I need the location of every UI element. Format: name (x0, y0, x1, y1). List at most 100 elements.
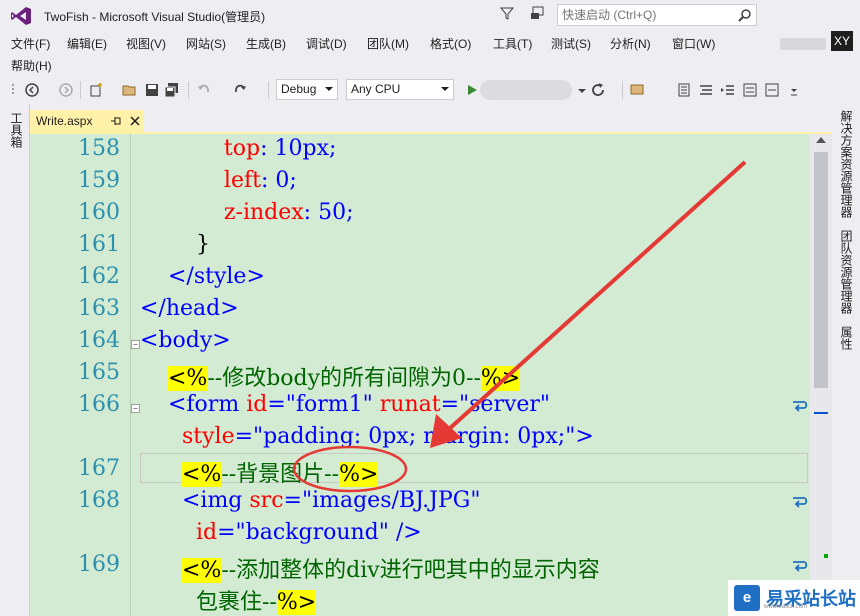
dropdown-arrow-icon[interactable] (574, 82, 590, 98)
toolbar-separator (268, 81, 269, 99)
code-line: top: 10px; (223, 136, 337, 161)
navigate-back-icon[interactable] (24, 82, 40, 98)
menu-analyze[interactable]: 分析(N) (610, 35, 651, 52)
account-avatar[interactable]: XY (831, 31, 853, 51)
feedback-filter-icon[interactable] (500, 6, 514, 20)
vertical-scrollbar[interactable] (810, 134, 832, 616)
menu-build[interactable]: 生成(B) (246, 35, 286, 52)
line-number: 165 (78, 360, 120, 385)
code-line: <body> (140, 328, 231, 353)
new-project-icon[interactable] (88, 82, 104, 98)
window-title: TwoFish - Microsoft Visual Studio(管理员) (44, 10, 266, 24)
code-editor[interactable]: 158 159 160 161 162 163 164 165 166 167 … (30, 134, 810, 616)
line-number: 159 (78, 168, 120, 193)
pin-icon[interactable] (110, 115, 122, 127)
menu-view[interactable]: 视图(V) (126, 35, 166, 52)
quick-launch-box[interactable] (557, 4, 757, 26)
code-line: <%--修改body的所有间隙为0--%> (167, 366, 521, 391)
code-line: 包裹住--%> (195, 590, 317, 615)
menu-test[interactable]: 测试(S) (551, 35, 591, 52)
menu-tools[interactable]: 工具(T) (493, 35, 532, 52)
line-number: 162 (78, 264, 120, 289)
menu-window[interactable]: 窗口(W) (672, 35, 715, 52)
solution-platform-value: Any CPU (351, 82, 401, 96)
code-line: <form id="form1" runat="server" (167, 392, 551, 417)
word-wrap-icon (793, 401, 808, 412)
toolbar-separator (188, 81, 189, 99)
format-list-icon[interactable] (698, 82, 714, 98)
menu-file[interactable]: 文件(F) (11, 35, 50, 52)
title-bar: TwoFish - Microsoft Visual Studio(管理员) (0, 0, 860, 30)
uncomment-lines-icon[interactable] (764, 82, 780, 98)
refresh-icon[interactable] (590, 82, 606, 98)
scrollbar-thumb[interactable] (814, 152, 828, 388)
code-line: left: 0; (223, 168, 297, 193)
menu-website[interactable]: 网站(S) (186, 35, 226, 52)
solution-configuration-select[interactable]: Debug (276, 79, 338, 100)
document-outline-icon[interactable] (676, 82, 692, 98)
document-tab-well (30, 104, 832, 134)
line-number: 168 (78, 488, 120, 513)
search-icon[interactable] (738, 8, 752, 22)
close-icon[interactable] (129, 115, 141, 127)
scroll-change-marker (824, 554, 828, 558)
line-number: 158 (78, 136, 120, 161)
notifications-icon[interactable] (530, 5, 546, 21)
scroll-up-arrow-icon[interactable] (816, 137, 826, 143)
navigate-forward-icon[interactable] (58, 82, 74, 98)
standard-toolbar: Debug Any CPU (0, 78, 860, 102)
toolbar-overflow-icon[interactable] (786, 82, 802, 98)
start-target-blurred[interactable] (480, 80, 572, 100)
menu-help[interactable]: 帮助(H) (11, 57, 52, 74)
open-file-icon[interactable] (122, 82, 138, 98)
line-number: 160 (78, 200, 120, 225)
team-explorer-tab[interactable]: 团队资源管理器 (838, 230, 855, 314)
code-line: </style> (167, 264, 265, 289)
toolbar-separator (80, 81, 81, 99)
site-watermark: e 易采站长站 www.easck.com (728, 580, 860, 616)
save-icon[interactable] (144, 82, 160, 98)
line-number: 161 (78, 232, 120, 257)
solution-explorer-tab[interactable]: 解决方案资源管理器 (838, 110, 855, 218)
code-line: </head> (140, 296, 239, 321)
code-line: id="background" /> (195, 520, 422, 545)
document-tab-write-aspx[interactable]: Write.aspx (30, 110, 144, 132)
menu-team[interactable]: 团队(M) (367, 35, 409, 52)
comment-lines-icon[interactable] (742, 82, 758, 98)
solution-platform-select[interactable]: Any CPU (346, 79, 454, 100)
redo-icon[interactable] (232, 82, 248, 98)
outlining-margin (130, 134, 131, 616)
line-number: 167 (78, 456, 120, 481)
save-all-icon[interactable] (164, 82, 180, 98)
line-number-margin: 158 159 160 161 162 163 164 165 166 167 … (30, 134, 120, 616)
properties-tab[interactable]: 属性 (838, 326, 855, 350)
word-wrap-icon (793, 561, 808, 572)
code-line: } (195, 232, 210, 257)
code-line: <%--背景图片--%> (181, 462, 379, 487)
browser-link-icon[interactable] (630, 82, 646, 98)
code-line: style="padding: 0px; margin: 0px;"> (181, 424, 594, 449)
scroll-caret-marker (814, 412, 828, 414)
drag-grip-icon[interactable] (8, 82, 24, 98)
line-number: 169 (78, 552, 120, 577)
menu-edit[interactable]: 编辑(E) (67, 35, 107, 52)
toolbar-separator (622, 81, 623, 99)
toolbox-tab[interactable]: 工具箱 (8, 112, 25, 148)
menu-debug[interactable]: 调试(D) (306, 35, 347, 52)
collapse-toggle[interactable]: − (131, 404, 140, 413)
visual-studio-logo-icon (11, 7, 31, 25)
collapse-toggle[interactable]: − (131, 340, 140, 349)
code-line: z-index: 50; (223, 200, 354, 225)
left-tool-strip: 工具箱 (0, 104, 30, 616)
solution-configuration-value: Debug (281, 82, 317, 96)
indent-icon[interactable] (720, 82, 736, 98)
line-number: 163 (78, 296, 120, 321)
watermark-logo-icon: e (734, 585, 760, 611)
undo-icon[interactable] (196, 82, 212, 98)
start-debugging-icon[interactable] (464, 82, 480, 98)
right-tool-strip: 解决方案资源管理器 团队资源管理器 属性 (832, 104, 860, 616)
menu-format[interactable]: 格式(O) (430, 35, 471, 52)
quick-launch-input[interactable] (558, 5, 733, 25)
document-tab-label: Write.aspx (36, 114, 93, 128)
user-name-blurred[interactable] (780, 38, 826, 50)
